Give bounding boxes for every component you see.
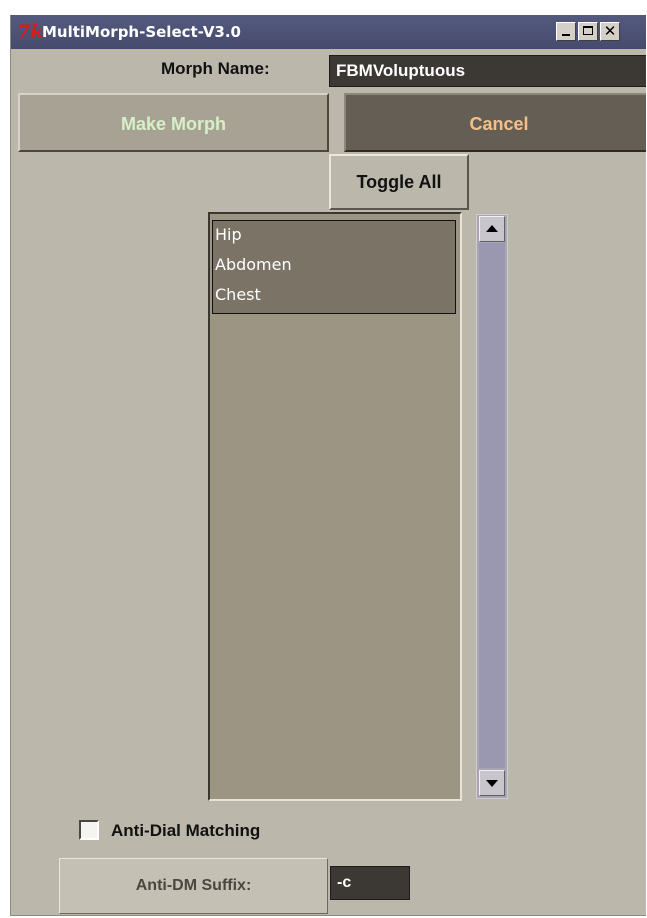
scrollbar-trough[interactable] xyxy=(479,243,505,768)
scroll-down-arrow-icon xyxy=(486,780,498,787)
scroll-down-button[interactable] xyxy=(479,770,505,796)
minimize-icon xyxy=(562,34,570,36)
morph-name-input[interactable] xyxy=(329,55,646,87)
toggle-all-button[interactable]: Toggle All xyxy=(329,154,469,210)
list-item[interactable]: Abdomen xyxy=(215,251,292,279)
list-scrollbar[interactable] xyxy=(476,214,508,799)
body-part-listbox[interactable]: Hip Abdomen Chest xyxy=(208,212,462,801)
morph-name-label: Morph Name: xyxy=(161,59,270,78)
minimize-button[interactable] xyxy=(556,22,576,41)
anti-dm-suffix-input[interactable] xyxy=(330,866,410,900)
tk-feather-icon: 7k xyxy=(17,21,44,43)
anti-dial-matching-label[interactable]: Anti-Dial Matching xyxy=(111,821,260,841)
close-icon: ✕ xyxy=(603,22,617,40)
multimorph-window: 7k MultiMorph-Select-V3.0 ✕ Morph Name: … xyxy=(10,15,646,916)
scroll-up-arrow-icon xyxy=(486,225,498,232)
list-item[interactable]: Chest xyxy=(215,281,261,309)
maximize-icon xyxy=(583,26,593,35)
maximize-button[interactable] xyxy=(578,22,598,41)
window-title: MultiMorph-Select-V3.0 xyxy=(42,23,241,41)
list-item[interactable]: Hip xyxy=(215,221,242,249)
cancel-button[interactable]: Cancel xyxy=(344,93,646,152)
make-morph-button[interactable]: Make Morph xyxy=(18,93,329,152)
scroll-up-button[interactable] xyxy=(479,216,505,242)
anti-dm-suffix-label: Anti-DM Suffix: xyxy=(59,858,328,914)
close-button[interactable]: ✕ xyxy=(600,22,620,41)
title-bar[interactable]: 7k MultiMorph-Select-V3.0 ✕ xyxy=(11,15,646,49)
anti-dial-matching-checkbox[interactable] xyxy=(79,820,99,840)
